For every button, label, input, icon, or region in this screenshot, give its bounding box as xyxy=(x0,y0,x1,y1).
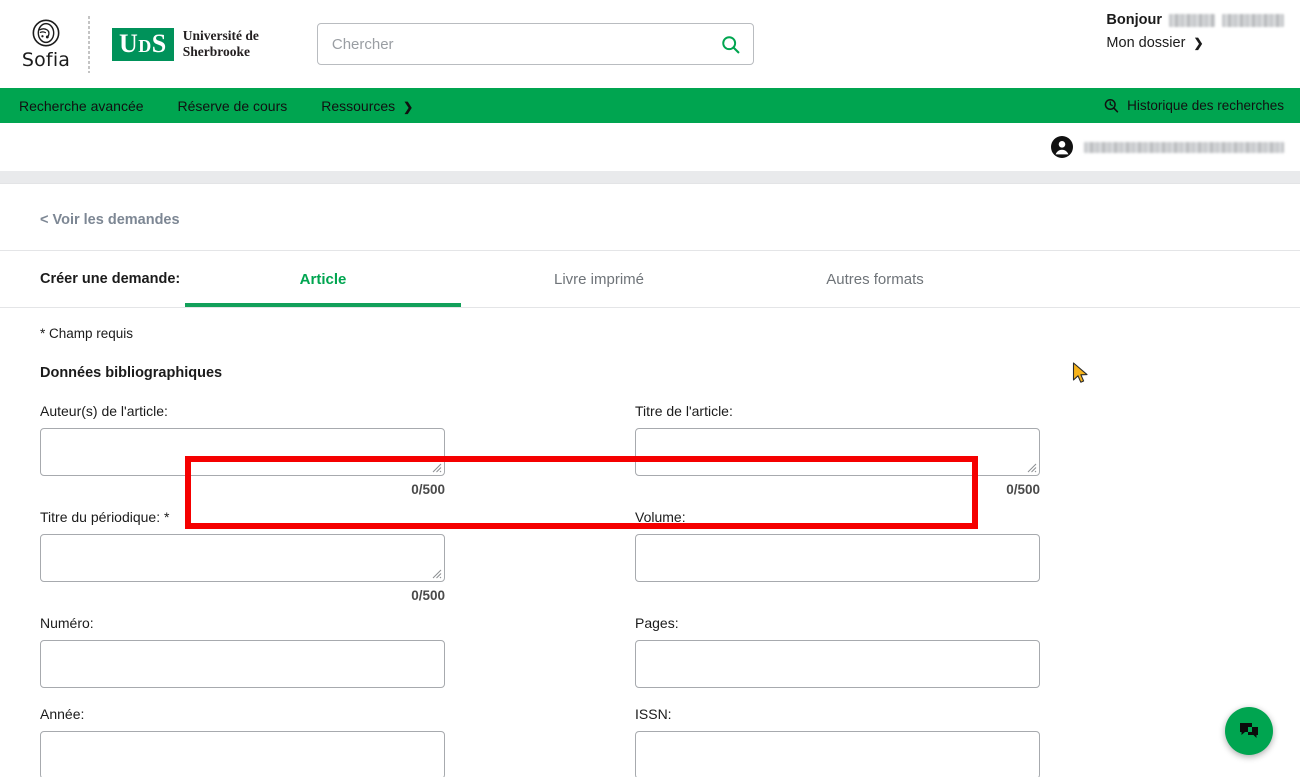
auteurs-article-textarea[interactable] xyxy=(40,428,445,476)
account-link[interactable] xyxy=(1050,135,1284,159)
form-grid: Auteur(s) de l'article: 0/500 Titre de l… xyxy=(40,403,1260,777)
nav-label: Réserve de cours xyxy=(177,97,288,114)
top-header: Sofia UDS Université de Sherbrooke Bonjo… xyxy=(0,0,1300,88)
header-divider-dots xyxy=(88,15,90,73)
account-name-redacted xyxy=(1084,141,1284,153)
greeting-text: Bonjour xyxy=(1106,12,1162,28)
nav-item-ressources[interactable]: Ressources ❯ xyxy=(317,98,417,114)
counter-spacer xyxy=(40,688,445,694)
tab-livre-imprime[interactable]: Livre imprimé xyxy=(461,251,737,307)
tab-autres-formats[interactable]: Autres formats xyxy=(737,251,1013,307)
sofia-face-icon xyxy=(32,19,60,46)
textarea-wrapper xyxy=(40,428,445,476)
nav-label: Recherche avancée xyxy=(19,97,144,114)
field-numero: Numéro: xyxy=(40,615,445,694)
annee-input[interactable] xyxy=(40,731,445,777)
search-history-link[interactable]: Historique des recherches xyxy=(1102,97,1284,115)
field-label: Volume: xyxy=(635,509,686,525)
field-label: Numéro: xyxy=(40,615,94,631)
character-counter: 0/500 xyxy=(1006,482,1040,497)
section-title-bibliographic: Données bibliographiques xyxy=(40,365,223,381)
uds-line-2: Sherbrooke xyxy=(182,44,251,59)
uds-logo-text: Université de Sherbrooke xyxy=(183,28,259,59)
field-annee: Année: xyxy=(40,706,445,777)
chevron-down-icon: ❯ xyxy=(1193,36,1204,50)
field-label: Pages: xyxy=(635,615,679,631)
titre-article-textarea[interactable] xyxy=(635,428,1040,476)
field-titre-periodique: Titre du périodique: * 0/500 xyxy=(40,509,445,603)
field-issn: ISSN: xyxy=(635,706,1040,777)
account-bar xyxy=(0,123,1300,171)
pages-input[interactable] xyxy=(635,640,1040,688)
uds-line-1: Université de xyxy=(182,28,259,44)
search-history-icon xyxy=(1104,98,1119,113)
titre-periodique-textarea[interactable] xyxy=(40,534,445,582)
my-account-menu[interactable]: Mon dossier ❯ xyxy=(1106,35,1284,51)
tab-label: Livre imprimé xyxy=(553,270,644,288)
field-titre-article: Titre de l'article: 0/500 xyxy=(635,403,1040,497)
nav-item-recherche-avancee[interactable]: Recherche avancée xyxy=(15,98,148,114)
counter-spacer xyxy=(635,582,1040,588)
counter-spacer xyxy=(635,688,1040,694)
textarea-wrapper xyxy=(40,534,445,582)
field-auteurs-article: Auteur(s) de l'article: 0/500 xyxy=(40,403,445,497)
field-label: Titre de l'article: xyxy=(635,403,733,419)
sofia-wordmark: Sofia xyxy=(21,48,71,71)
grid-gap xyxy=(445,509,635,615)
sofia-logo[interactable]: Sofia xyxy=(0,18,88,71)
create-request-tabs-row: Créer une demande: Article Livre imprimé… xyxy=(0,251,1300,307)
field-label: Auteur(s) de l'article: xyxy=(40,403,168,419)
field-label: Titre du périodique: * xyxy=(40,509,170,525)
chevron-down-icon: ❯ xyxy=(403,99,414,114)
nav-label: Ressources xyxy=(321,97,396,114)
grid-gap xyxy=(445,615,635,706)
search-button[interactable] xyxy=(714,27,748,61)
chat-bubbles-icon xyxy=(1240,723,1258,738)
field-label: ISSN: xyxy=(635,706,672,722)
issn-input[interactable] xyxy=(635,731,1040,777)
uds-logo-mark: UDS xyxy=(112,27,174,61)
user-greeting-block: Bonjour Mon dossier ❯ xyxy=(1106,12,1284,51)
tab-article[interactable]: Article xyxy=(185,251,461,307)
numero-input[interactable] xyxy=(40,640,445,688)
character-counter: 0/500 xyxy=(411,482,445,497)
create-request-label: Créer une demande: xyxy=(40,271,181,287)
greeting-line: Bonjour xyxy=(1106,12,1284,28)
my-account-label: Mon dossier xyxy=(1106,35,1186,51)
textarea-wrapper xyxy=(635,428,1040,476)
back-to-requests-link[interactable]: < Voir les demandes xyxy=(0,184,180,250)
user-account-icon xyxy=(1051,136,1073,158)
grid-gap xyxy=(445,706,635,777)
search-icon xyxy=(722,35,740,53)
tab-label: Autres formats xyxy=(826,270,924,288)
chat-support-button[interactable] xyxy=(1225,707,1273,755)
volume-input[interactable] xyxy=(635,534,1040,582)
request-form: * Champ requis Données bibliographiques … xyxy=(0,308,1300,777)
required-field-note: * Champ requis xyxy=(40,326,134,341)
field-label: Année: xyxy=(40,706,85,722)
main-navigation: Recherche avancée Réserve de cours Resso… xyxy=(0,88,1300,123)
tab-label: Article xyxy=(299,270,347,288)
field-volume: Volume: xyxy=(635,509,1040,603)
nav-item-reserve-de-cours[interactable]: Réserve de cours xyxy=(174,98,292,114)
grid-gap xyxy=(445,403,635,509)
character-counter: 0/500 xyxy=(411,588,445,603)
greeting-name-redacted-last xyxy=(1222,13,1284,27)
format-tabs: Article Livre imprimé Autres formats xyxy=(185,251,1013,307)
search-history-label: Historique des recherches xyxy=(1127,98,1284,113)
request-card: < Voir les demandes Créer une demande: A… xyxy=(0,183,1300,777)
search-input[interactable] xyxy=(316,23,754,65)
greeting-name-redacted-first xyxy=(1169,13,1215,27)
global-search xyxy=(316,23,754,65)
uds-logo[interactable]: UDS Université de Sherbrooke xyxy=(112,27,259,61)
field-pages: Pages: xyxy=(635,615,1040,694)
